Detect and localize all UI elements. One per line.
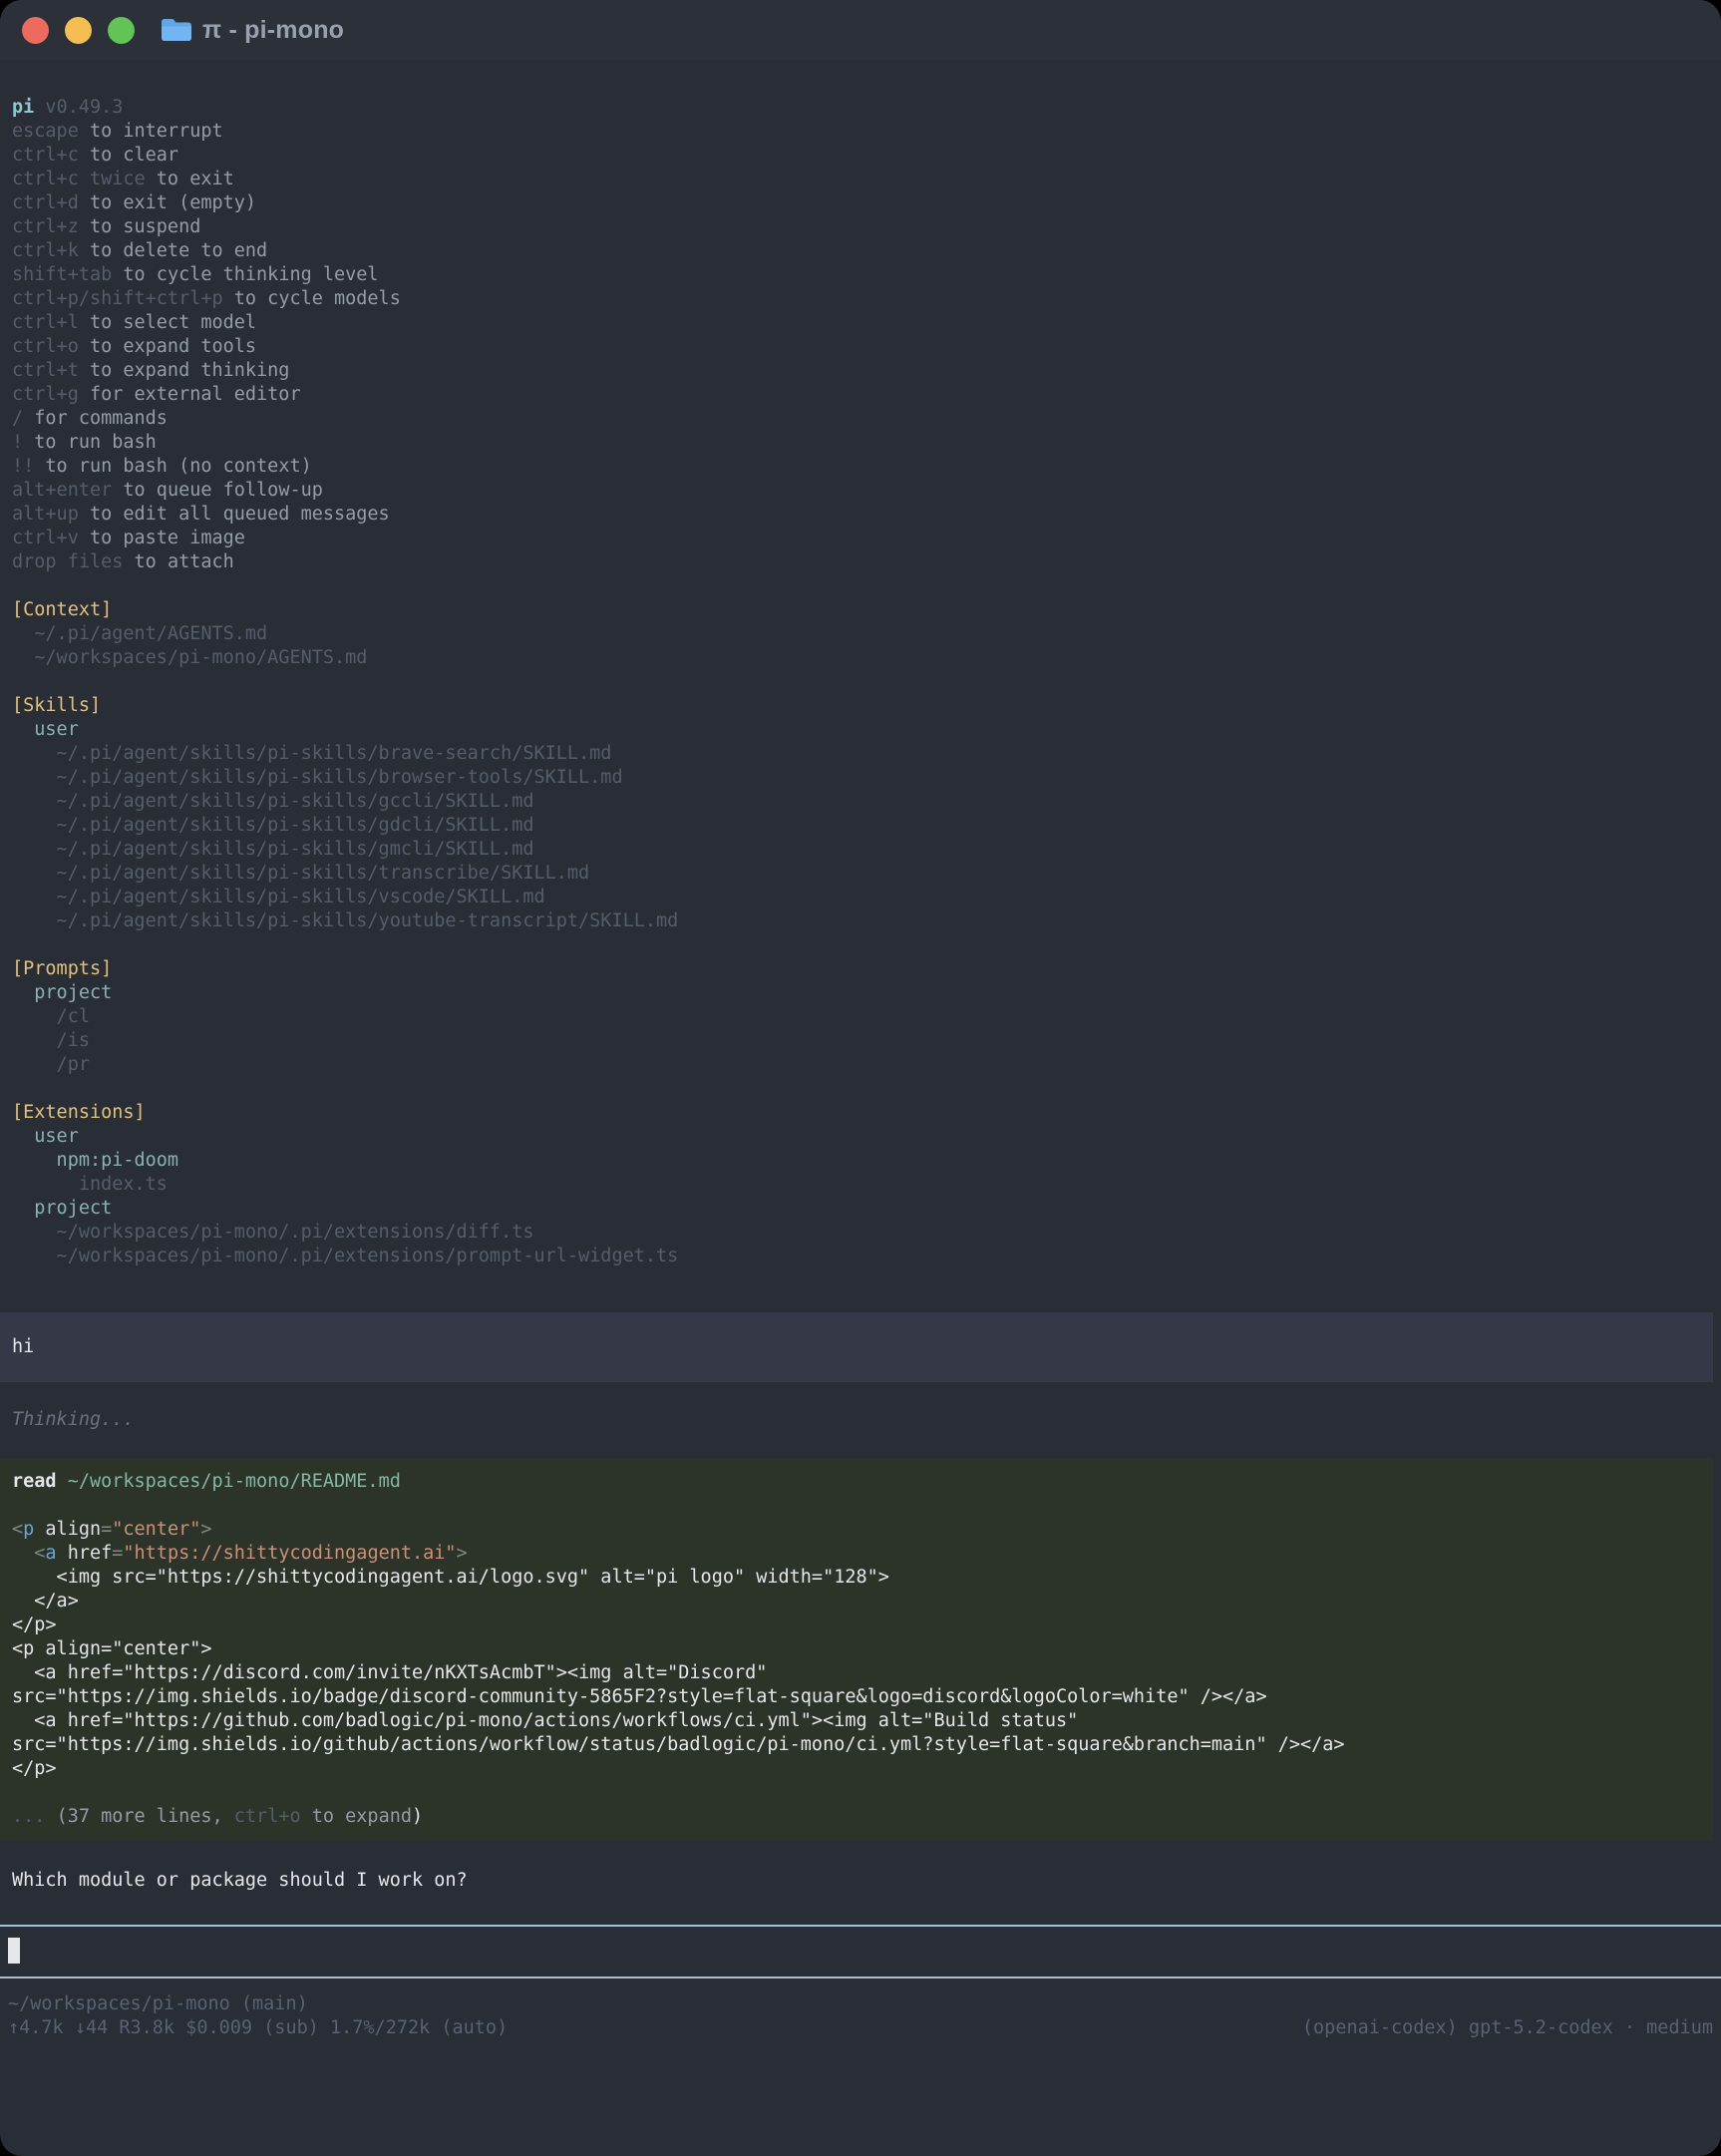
terminal-line: pi v0.49.3 — [12, 96, 1713, 120]
terminal-line: ctrl+g for external editor — [12, 383, 1713, 407]
terminal-line: [Context] — [12, 598, 1713, 622]
terminal-line: ! to run bash — [12, 431, 1713, 455]
terminal-line: ~/.pi/agent/skills/pi-skills/transcribe/… — [12, 862, 1713, 886]
terminal-line: </p> — [12, 1614, 1701, 1637]
terminal-line: /is — [12, 1029, 1713, 1053]
terminal-line: !! to run bash (no context) — [12, 455, 1713, 479]
token-cost-stats: ↑4.7k ↓44 R3.8k $0.009 (sub) 1.7%/272k (… — [8, 2016, 508, 2040]
terminal-line: project — [12, 981, 1713, 1005]
title-group: π - pi-mono — [161, 17, 344, 43]
terminal-line: user — [12, 718, 1713, 742]
window-title: π - pi-mono — [202, 18, 344, 42]
terminal-line — [12, 670, 1713, 694]
terminal-line: ~/workspaces/pi-mono/.pi/extensions/prom… — [12, 1245, 1713, 1268]
terminal-line: ctrl+t to expand thinking — [12, 359, 1713, 383]
minimize-button[interactable] — [65, 17, 92, 44]
terminal-line: ... (37 more lines, ctrl+o to expand) — [12, 1805, 1701, 1829]
terminal-line — [12, 933, 1713, 957]
terminal-line: ctrl+k to delete to end — [12, 239, 1713, 263]
terminal-line: <a href="https://discord.com/invite/nKXT… — [12, 1661, 1701, 1685]
cwd-branch-label: ~/workspaces/pi-mono (main) — [8, 1992, 308, 2016]
terminal-line — [12, 1781, 1701, 1805]
terminal-line: user — [12, 1125, 1713, 1149]
terminal-line: /pr — [12, 1053, 1713, 1077]
terminal-line: /cl — [12, 1005, 1713, 1029]
assistant-message: Which module or package should I work on… — [12, 1869, 1721, 1893]
terminal-line: </p> — [12, 1757, 1701, 1781]
terminal-line: ctrl+o to expand tools — [12, 335, 1713, 359]
terminal-line: [Extensions] — [12, 1101, 1713, 1125]
terminal-line: ~/.pi/agent/AGENTS.md — [12, 622, 1713, 646]
terminal-line: ctrl+l to select model — [12, 311, 1713, 335]
terminal-line: <img src="https://shittycodingagent.ai/l… — [12, 1566, 1701, 1590]
terminal-line: ~/workspaces/pi-mono/.pi/extensions/diff… — [12, 1221, 1713, 1245]
prompt-input[interactable] — [0, 1925, 1721, 1978]
terminal-line: ~/.pi/agent/skills/pi-skills/browser-too… — [12, 766, 1713, 790]
terminal-line: <p align="center"> — [12, 1518, 1701, 1542]
terminal-line: [Prompts] — [12, 957, 1713, 981]
session-info: pi v0.49.3escape to interruptctrl+c to c… — [0, 60, 1721, 1268]
status-bar: ~/workspaces/pi-mono (main) ↑4.7k ↓44 R3… — [0, 1978, 1721, 2040]
close-button[interactable] — [22, 17, 49, 44]
terminal-line: read ~/workspaces/pi-mono/README.md — [12, 1470, 1701, 1494]
terminal-line: ctrl+z to suspend — [12, 215, 1713, 239]
terminal-line — [12, 1077, 1713, 1101]
terminal-line: npm:pi-doom — [12, 1149, 1713, 1173]
terminal-line — [12, 574, 1713, 598]
text-cursor — [8, 1938, 20, 1964]
terminal-line: src="https://img.shields.io/github/actio… — [12, 1733, 1701, 1757]
tool-call-read-block: read ~/workspaces/pi-mono/README.md <p a… — [0, 1458, 1713, 1841]
terminal-line: ~/.pi/agent/skills/pi-skills/gccli/SKILL… — [12, 790, 1713, 814]
terminal-line: src="https://img.shields.io/badge/discor… — [12, 1685, 1701, 1709]
thinking-indicator: Thinking... — [12, 1408, 1721, 1432]
terminal-line: ctrl+c twice to exit — [12, 168, 1713, 191]
terminal-line: ~/.pi/agent/skills/pi-skills/gmcli/SKILL… — [12, 838, 1713, 862]
terminal-line: ~/workspaces/pi-mono/AGENTS.md — [12, 646, 1713, 670]
terminal-line: / for commands — [12, 407, 1713, 431]
terminal-line: ctrl+v to paste image — [12, 527, 1713, 550]
terminal-line: project — [12, 1197, 1713, 1221]
title-bar: π - pi-mono — [0, 0, 1721, 60]
terminal-line: ~/.pi/agent/skills/pi-skills/vscode/SKIL… — [12, 886, 1713, 909]
terminal-line: shift+tab to cycle thinking level — [12, 263, 1713, 287]
terminal-line: drop files to attach — [12, 550, 1713, 574]
terminal-line: alt+up to edit all queued messages — [12, 503, 1713, 527]
terminal-line: ctrl+p/shift+ctrl+p to cycle models — [12, 287, 1713, 311]
terminal-line: <a href="https://shittycodingagent.ai"> — [12, 1542, 1701, 1566]
zoom-button[interactable] — [108, 17, 135, 44]
terminal-line: index.ts — [12, 1173, 1713, 1197]
terminal-line: <p align="center"> — [12, 1637, 1701, 1661]
model-info-label: (openai-codex) gpt-5.2-codex · medium — [1302, 2016, 1713, 2040]
terminal-line — [12, 1494, 1701, 1518]
terminal-line: escape to interrupt — [12, 120, 1713, 144]
terminal-line: <a href="https://github.com/badlogic/pi-… — [12, 1709, 1701, 1733]
folder-icon — [161, 17, 192, 43]
terminal-line: ~/.pi/agent/skills/pi-skills/youtube-tra… — [12, 909, 1713, 933]
terminal-line: ctrl+d to exit (empty) — [12, 191, 1713, 215]
terminal-line: </a> — [12, 1590, 1701, 1614]
terminal-line: ~/.pi/agent/skills/pi-skills/brave-searc… — [12, 742, 1713, 766]
terminal-line: [Skills] — [12, 694, 1713, 718]
terminal-window: π - pi-mono pi v0.49.3escape to interrup… — [0, 0, 1721, 2156]
user-message: hi — [0, 1312, 1713, 1382]
terminal-line: ctrl+c to clear — [12, 144, 1713, 168]
terminal-line: ~/.pi/agent/skills/pi-skills/gdcli/SKILL… — [12, 814, 1713, 838]
terminal-line: alt+enter to queue follow-up — [12, 479, 1713, 503]
traffic-lights — [22, 17, 135, 44]
